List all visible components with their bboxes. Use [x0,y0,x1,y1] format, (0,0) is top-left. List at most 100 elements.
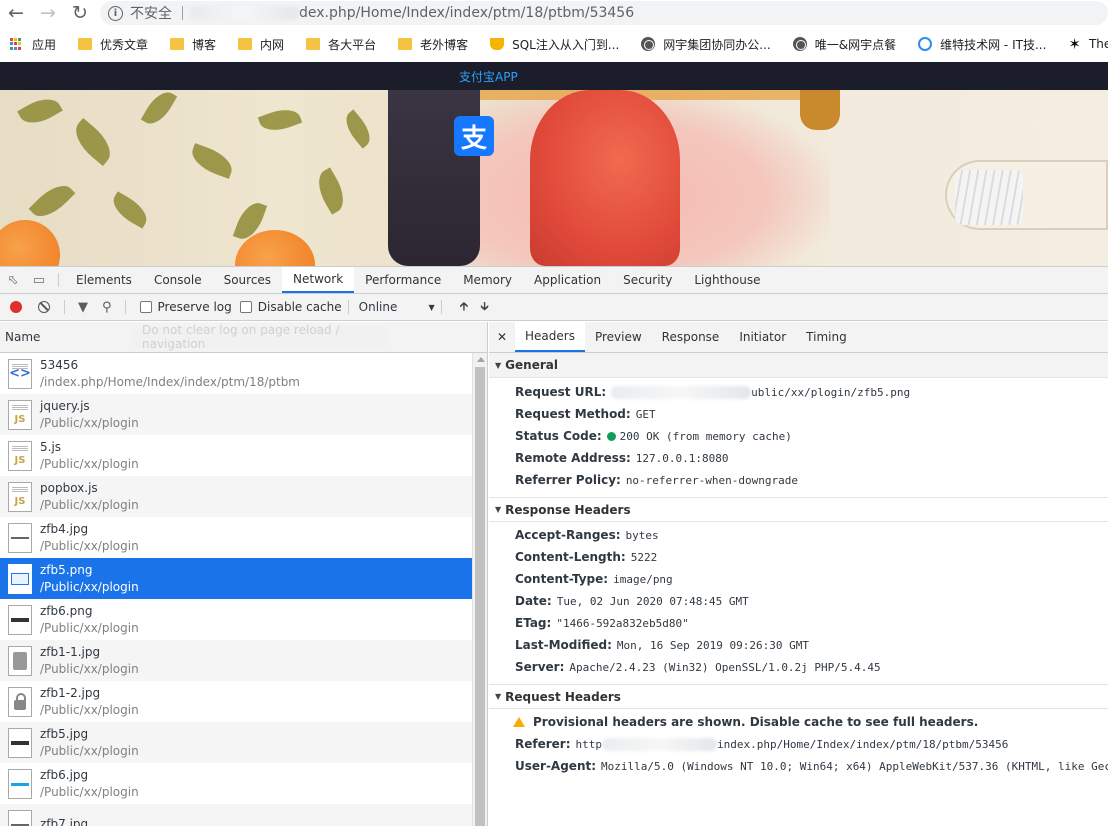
page-header: 支付宝APP [0,62,1108,90]
request-row-selected[interactable]: zfb5.png/Public/xx/plogin [0,558,472,599]
request-headers-section-header[interactable]: ▼ Request Headers [489,684,1108,709]
tab-performance[interactable]: Performance [354,267,452,293]
name-column-header[interactable]: Name Do not clear log on page reload / n… [0,322,487,353]
inspect-element-icon[interactable]: ⬁ [0,267,26,293]
bookmark-apps[interactable]: 应用 [10,36,56,53]
details-tabbar: ✕ Headers Preview Response Initiator Tim… [489,322,1108,353]
checkbox-box[interactable] [239,301,252,313]
request-name: jquery.js [40,398,90,413]
bookmark-folder[interactable]: 各大平台 [306,36,376,53]
tab-elements[interactable]: Elements [65,267,143,293]
folder-icon [306,38,321,50]
header-key: Accept-Ranges: [515,528,621,542]
bookmark-weite[interactable]: 维特技术网 - IT技... [918,36,1046,53]
header-row: Request URL: ublic/xx/plogin/zfb5.png [489,381,1108,403]
vertical-scrollbar[interactable] [472,353,487,826]
request-details-pane: ✕ Headers Preview Response Initiator Tim… [489,322,1108,826]
disable-cache-label: Disable cache [257,300,342,314]
general-section-header[interactable]: ▼ General [489,353,1108,378]
clear-icon[interactable] [38,301,50,313]
header-row: Content-Length: 5222 [489,546,1108,568]
request-name: 5.js [40,439,62,454]
bookmark-folder[interactable]: 优秀文章 [78,36,148,53]
omnibox[interactable]: i 不安全 dex.php/Home/Index/index/ptm/18/pt… [100,1,1108,25]
swirl-icon [918,37,933,51]
bookmark-folder[interactable]: 老外博客 [398,36,468,53]
alipay-app-link[interactable]: 支付宝APP [459,68,518,85]
checkbox-box[interactable] [139,301,152,313]
request-list-pane: Name Do not clear log on page reload / n… [0,322,488,826]
request-list: <> 53456/index.php/Home/Index/index/ptm/… [0,353,472,826]
header-value: Mozilla/5.0 (Windows NT 10.0; Win64; x64… [601,759,1108,773]
device-toolbar-icon[interactable]: ▭ [26,267,52,293]
request-row[interactable]: JS popbox.js/Public/xx/plogin [0,476,472,517]
request-row[interactable]: zfb6.png/Public/xx/plogin [0,599,472,640]
filter-icon[interactable]: ▼ [78,300,88,315]
header-value: 127.0.0.1:8080 [635,451,729,465]
name-header-label: Name [5,330,41,344]
header-row: Referrer Policy: no-referrer-when-downgr… [489,469,1108,491]
search-icon[interactable]: ⚲ [102,300,112,315]
bookmark-folder[interactable]: 内网 [238,36,284,53]
tab-initiator[interactable]: Initiator [729,322,796,352]
request-row[interactable]: zfb1-1.jpg/Public/xx/plogin [0,640,472,681]
scroll-thumb[interactable] [475,367,485,826]
bookmark-office[interactable]: 网宇集团协同办公... [641,36,771,53]
preserve-log-checkbox[interactable]: Preserve log [139,300,232,314]
document-icon: <> [8,358,32,389]
warning-icon [513,717,525,727]
section-title: General [505,358,558,372]
bookmark-order[interactable]: 唯一&网宇点餐 [792,36,896,53]
bookmark-folder[interactable]: 博客 [170,36,216,53]
request-row[interactable]: <> 53456/index.php/Home/Index/index/ptm/… [0,353,472,394]
tab-application[interactable]: Application [523,267,612,293]
request-row[interactable]: JS 5.js/Public/xx/plogin [0,435,472,476]
request-row[interactable]: zfb1-2.jpg/Public/xx/plogin [0,681,472,722]
bookmark-sql[interactable]: SQL注入从入门到... [490,36,619,53]
leaf-shape [187,143,237,179]
tab-timing[interactable]: Timing [796,322,857,352]
request-path: /Public/xx/plogin [40,538,139,553]
throttling-select[interactable]: Online ▼ [359,300,435,314]
image-file-icon [8,727,32,758]
info-icon[interactable]: i [108,5,123,21]
throttling-value: Online [358,300,398,314]
omnibox-separator [182,6,183,20]
scroll-up-icon[interactable] [477,357,485,362]
request-path: /Public/xx/plogin [40,661,139,676]
alipay-logo-icon: 支 [454,116,494,156]
reload-icon[interactable]: ↻ [64,0,96,26]
request-row[interactable]: zfb5.jpg/Public/xx/plogin [0,722,472,763]
collapse-triangle-icon: ▼ [495,505,502,514]
image-file-icon [8,768,32,799]
tab-headers[interactable]: Headers [515,322,585,352]
tab-sources[interactable]: Sources [213,267,282,293]
tab-network[interactable]: Network [282,267,355,293]
tab-lighthouse[interactable]: Lighthouse [683,267,771,293]
tab-response[interactable]: Response [652,322,730,352]
request-name: popbox.js [40,480,98,495]
header-value: 5222 [630,550,658,564]
trophy-icon [490,38,505,50]
leaf-shape [257,103,303,137]
network-toolbar: ▼ ⚲ Preserve log Disable cache Online ▼ … [0,294,1108,321]
tab-preview[interactable]: Preview [585,322,652,352]
tab-memory[interactable]: Memory [452,267,523,293]
request-row[interactable]: zfb4.jpg/Public/xx/plogin [0,517,472,558]
request-row[interactable]: JS jquery.js/Public/xx/plogin [0,394,472,435]
close-icon[interactable]: ✕ [489,322,515,352]
tab-console[interactable]: Console [143,267,213,293]
export-har-icon[interactable]: 🡳 [480,297,489,318]
response-headers-section-header[interactable]: ▼ Response Headers [489,497,1108,522]
record-icon[interactable] [10,301,22,313]
globe-icon [792,37,807,51]
tab-security[interactable]: Security [612,267,683,293]
import-har-icon[interactable]: 🡱 [460,297,469,318]
request-row[interactable]: zfb6.jpg/Public/xx/plogin [0,763,472,804]
request-row[interactable]: zfb7.jpg [0,804,472,826]
devtools-tabbar: ⬁ ▭ Elements Console Sources Network Per… [0,267,1108,294]
bookmark-the-n[interactable]: ✶ The N [1068,35,1108,53]
disable-cache-checkbox[interactable]: Disable cache [239,300,342,314]
forward-arrow-icon[interactable]: → [32,0,64,26]
back-arrow-icon[interactable]: ← [0,0,32,26]
